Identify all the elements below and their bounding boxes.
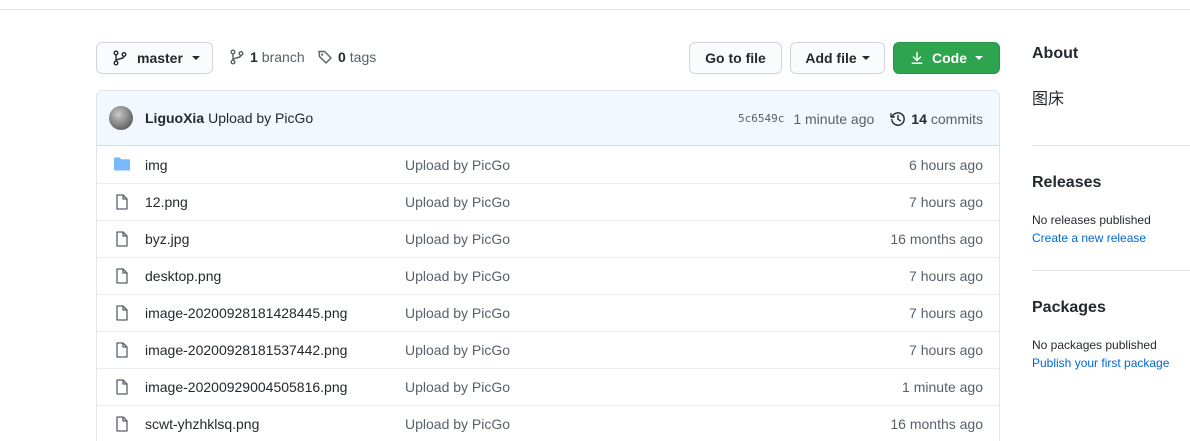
avatar[interactable] [109,106,133,130]
tag-word: tags [349,49,377,65]
branch-selector-button[interactable]: master [96,42,213,74]
file-commit-message[interactable]: Upload by PicGo [405,268,510,284]
about-description: 图床 [1032,91,1065,108]
file-age: 7 hours ago [909,194,983,210]
packages-empty-text: No packages published [1032,338,1157,352]
header-divider [0,0,1190,10]
releases-title[interactable]: Releases [1032,174,1190,192]
add-file-label: Add file [805,50,857,66]
commit-message[interactable]: Upload by PicGo [208,110,313,126]
chevron-down-icon [975,56,983,60]
file-age: 16 months ago [890,416,983,432]
about-section: About [1032,45,1190,63]
file-age: 7 hours ago [909,305,983,321]
packages-title[interactable]: Packages [1032,299,1190,317]
branch-count: 1 [250,49,258,65]
file-icon [113,342,131,358]
file-icon [113,194,131,210]
file-commit-message[interactable]: Upload by PicGo [405,305,510,321]
commit-author[interactable]: LiguoXia [145,110,204,126]
file-list: img Upload by PicGo 6 hours ago 12.png Uploa… [97,146,999,441]
file-row[interactable]: 12.png Upload by PicGo 7 hours ago [97,183,999,220]
releases-empty-text: No releases published [1032,213,1151,227]
sidebar-divider [1032,145,1190,146]
file-icon [113,379,131,395]
file-name[interactable]: desktop.png [145,268,221,284]
chevron-down-icon [191,56,200,60]
file-commit-message[interactable]: Upload by PicGo [405,342,510,358]
commit-count: 14 [911,110,927,127]
releases-section: Releases [1032,174,1190,192]
file-age: 7 hours ago [909,342,983,358]
releases-empty-wrap: No releases published [1032,213,1190,227]
file-commit-message[interactable]: Upload by PicGo [405,416,510,432]
about-title: About [1032,45,1079,62]
file-name[interactable]: image-20200929004505816.png [145,379,347,395]
commit-word: commits [930,110,983,127]
releases-link-wrap: Create a new release [1032,231,1190,245]
file-row[interactable]: image-20200928181537442.png Upload by Pic… [97,331,999,368]
file-name[interactable]: image-20200928181537442.png [145,342,347,358]
file-row[interactable]: img Upload by PicGo 6 hours ago [97,146,999,183]
file-age: 16 months ago [890,231,983,247]
tag-icon [318,50,332,64]
packages-section: Packages [1032,299,1190,317]
history-icon [890,111,906,126]
go-to-file-label: Go to file [705,50,766,66]
folder-icon [113,156,131,172]
file-commit-message[interactable]: Upload by PicGo [405,194,510,210]
latest-commit-bar: LiguoXia Upload by PicGo 5c6549c 1 minut… [97,91,999,146]
commit-sha[interactable]: 5c6549c [738,112,784,125]
add-file-button[interactable]: Add file [790,42,885,74]
file-age: 6 hours ago [909,156,983,173]
file-name[interactable]: byz.jpg [145,231,189,247]
commit-time[interactable]: 1 minute ago [793,111,874,127]
code-button[interactable]: Code [893,42,1000,74]
about-description-wrap: 图床 [1032,85,1190,109]
file-name[interactable]: img [145,157,168,173]
file-commit-message[interactable]: Upload by PicGo [405,157,510,173]
chevron-down-icon [861,56,870,60]
create-release-link[interactable]: Create a new release [1032,231,1190,245]
sidebar-divider [1032,270,1190,271]
file-age: 1 minute ago [902,379,983,395]
branch-word: branch [261,49,305,65]
file-icon [113,305,131,321]
go-to-file-button[interactable]: Go to file [689,42,782,74]
branch-name: master [137,50,183,66]
file-row[interactable]: desktop.png Upload by PicGo 7 hours ago [97,257,999,294]
file-age: 7 hours ago [909,268,983,284]
file-icon [113,268,131,284]
file-name[interactable]: scwt-yhzhklsq.png [145,416,259,432]
packages-link-wrap: Publish your first package [1032,356,1190,370]
file-row[interactable]: scwt-yhzhklsq.png Upload by PicGo 16 month… [97,405,999,441]
file-commit-message[interactable]: Upload by PicGo [405,231,510,247]
tags-link[interactable]: 0 tags [317,49,376,65]
download-icon [911,51,923,64]
publish-package-link[interactable]: Publish your first package [1032,356,1190,370]
tag-count: 0 [338,49,346,65]
file-name[interactable]: image-20200928181428445.png [145,305,347,321]
file-name[interactable]: 12.png [145,194,188,210]
file-icon [113,231,131,247]
file-row[interactable]: byz.jpg Upload by PicGo 16 months ago [97,220,999,257]
file-icon [113,416,131,432]
git-branch-icon [230,49,244,65]
git-branch-icon [113,50,127,66]
code-label: Code [932,50,967,66]
branches-link[interactable]: 1 branch [229,49,305,65]
file-commit-message[interactable]: Upload by PicGo [405,379,510,395]
file-browser: LiguoXia Upload by PicGo 5c6549c 1 minut… [96,90,1000,441]
file-row[interactable]: image-20200929004505816.png Upload by Pic… [97,368,999,405]
file-row[interactable]: image-20200928181428445.png Upload by Pic… [97,294,999,331]
packages-empty-wrap: No packages published [1032,338,1190,352]
commits-link[interactable]: 14 commits [890,111,983,127]
